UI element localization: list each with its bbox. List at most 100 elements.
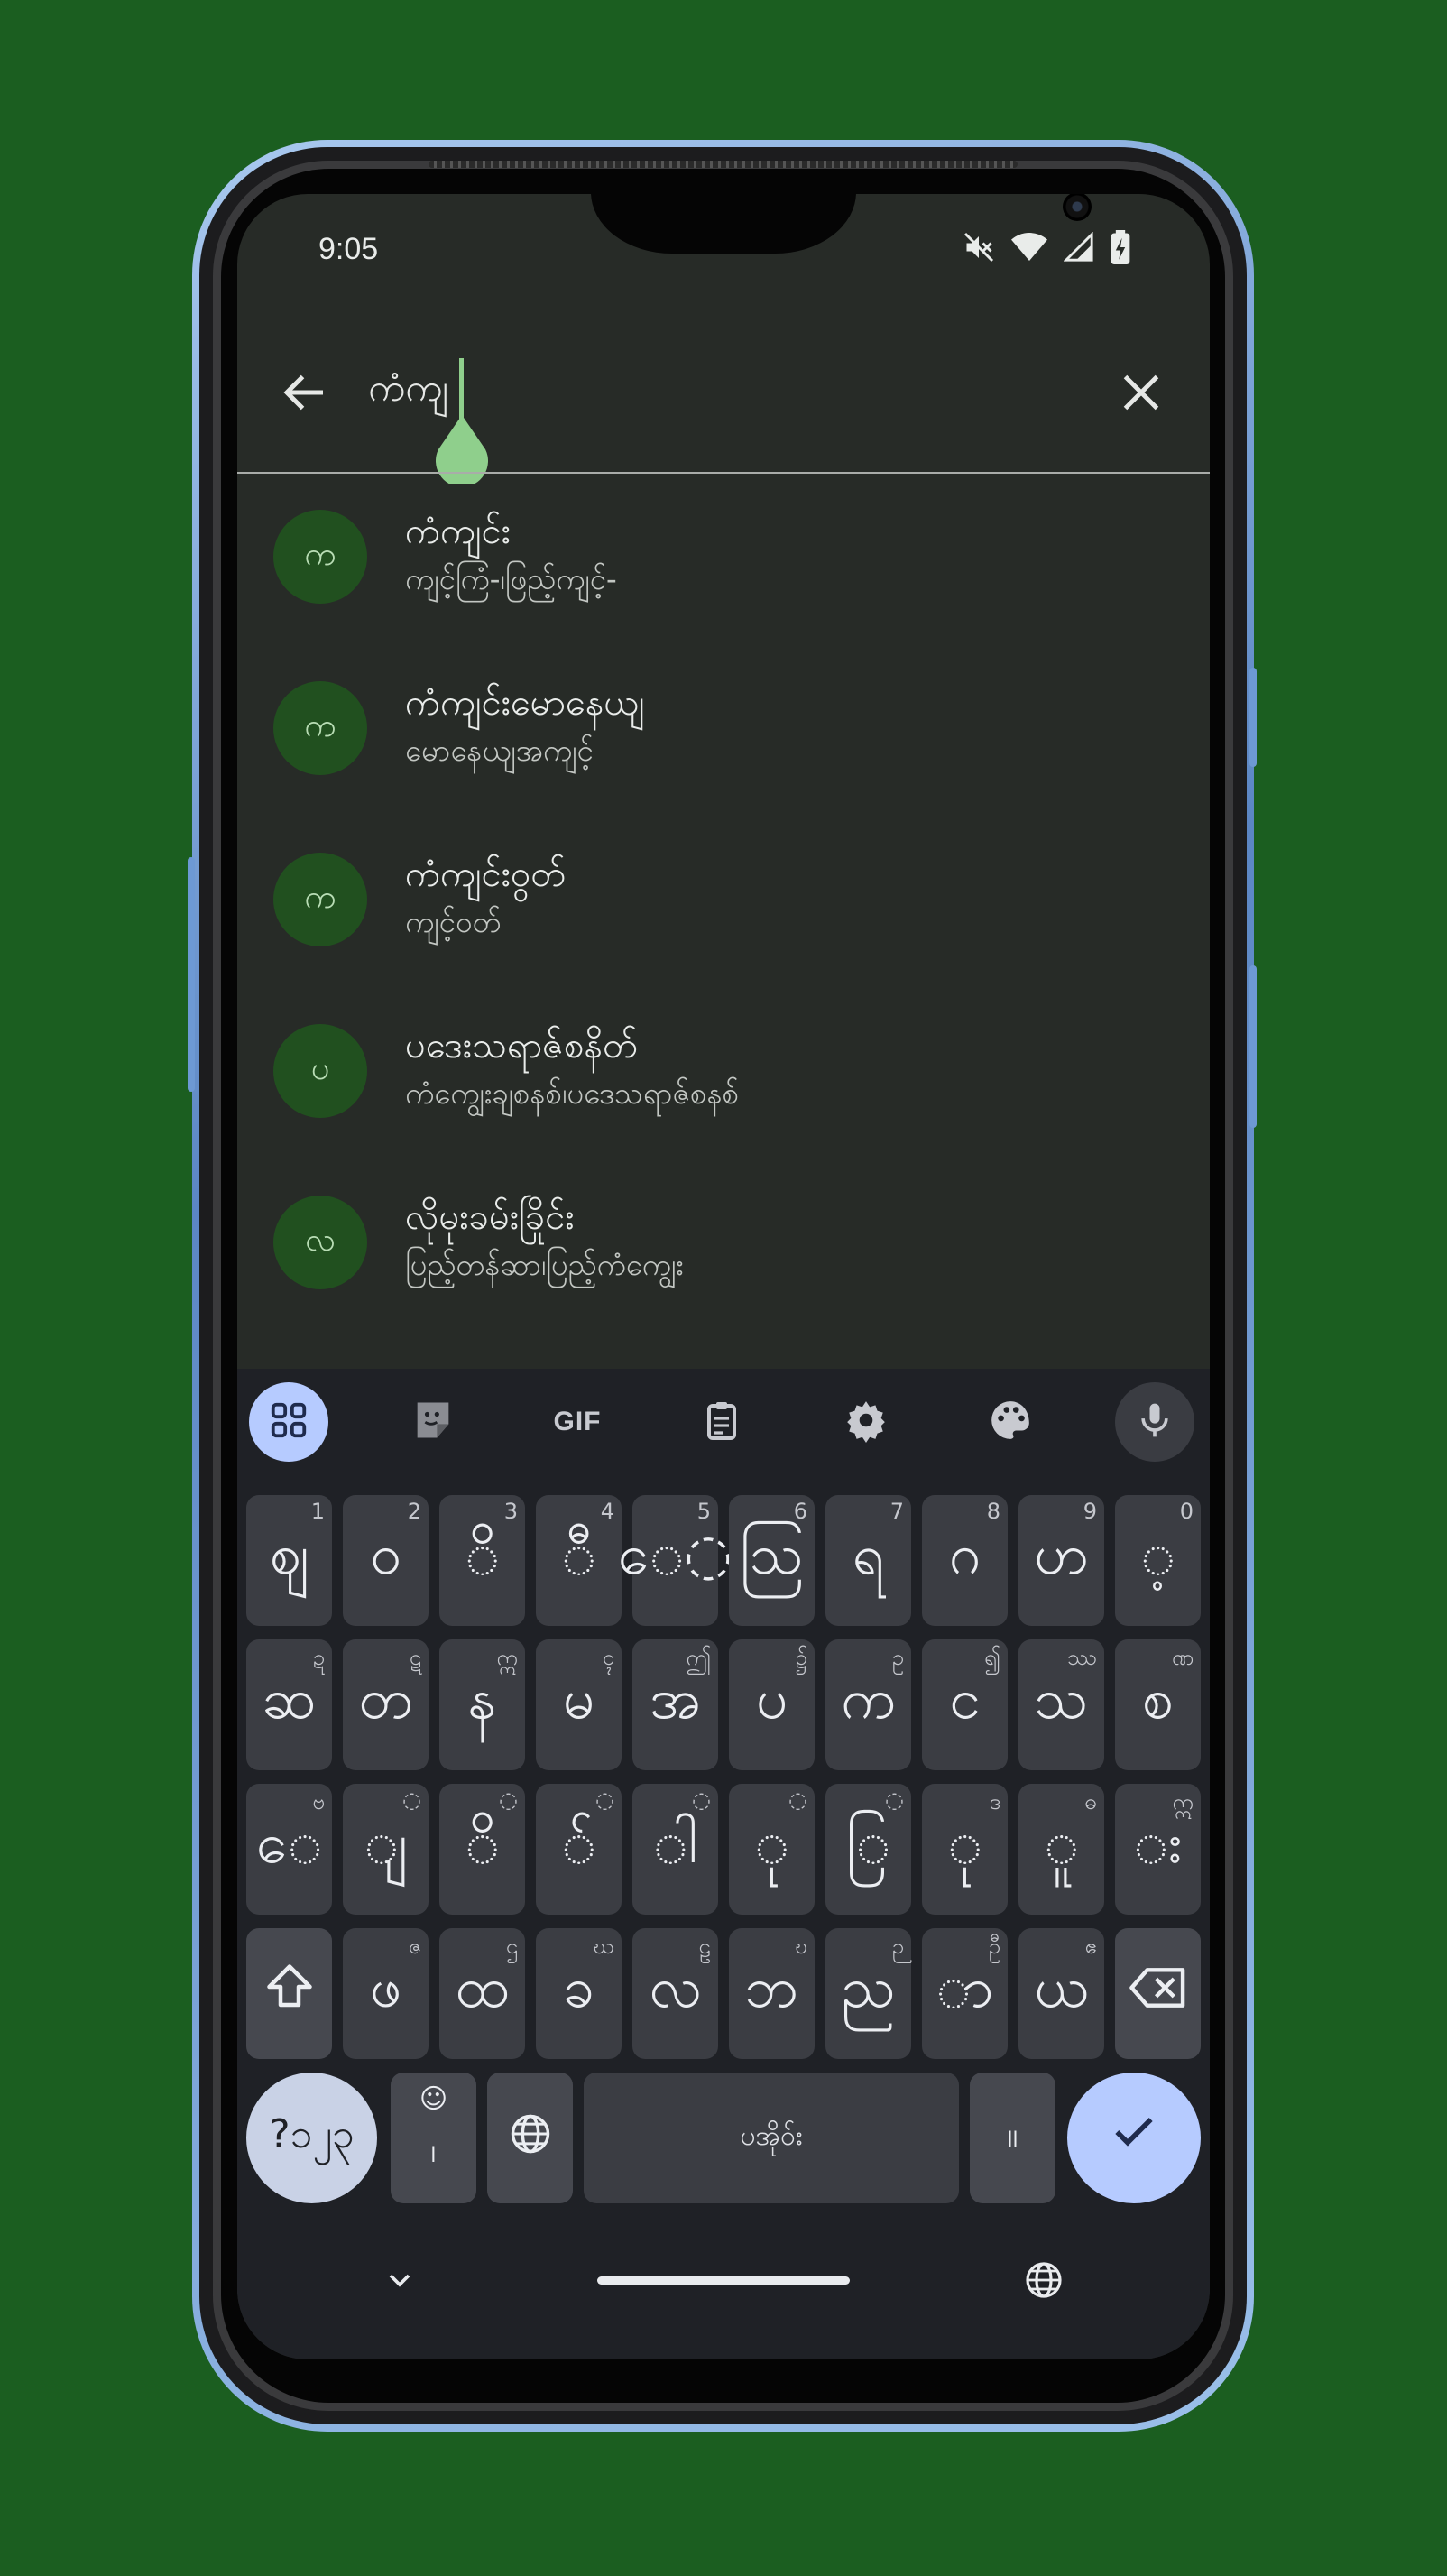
key-label: ် — [561, 1810, 596, 1876]
key[interactable]: းဣ — [1115, 1784, 1201, 1915]
key-hint: ဉ — [891, 1934, 904, 1959]
suggestion-subtitle: ကျင့်ဝတ် — [405, 904, 502, 939]
key-label: မ — [562, 1666, 595, 1731]
apps-grid-button[interactable] — [249, 1382, 328, 1462]
key[interactable]: အဤ — [632, 1639, 718, 1770]
key-label: ဆ — [262, 1666, 317, 1731]
key[interactable]: ျ ◌ — [343, 1784, 429, 1915]
key[interactable]: လဠ — [632, 1928, 718, 2059]
mute-icon — [963, 231, 995, 267]
suggestion-subtitle: ကျင့်ကြံ-၊ဖြည့်ကျင့်- — [405, 561, 617, 596]
shift-key[interactable] — [246, 1928, 332, 2059]
space-label: ပအိုဝ်း — [740, 2120, 803, 2152]
cursor-handle[interactable] — [434, 415, 490, 487]
suggestion-item[interactable]: က ကံကျင်း ကျင့်ကြံ-၊ဖြည့်ကျင့်- — [237, 475, 1210, 647]
key[interactable]: ရ7 — [825, 1495, 911, 1626]
suggestion-item[interactable]: က ကံကျင်းမောနေယျ မောနေယျအကျင့် — [237, 647, 1210, 818]
clear-icon[interactable] — [1114, 365, 1168, 420]
status-icons — [963, 230, 1130, 268]
suggestion-avatar: က — [273, 853, 367, 946]
chevron-down-icon — [382, 2274, 418, 2302]
suggestion-item[interactable]: လ လိုမုးခမ်းခြိုင်း ပြည့်တန်ဆာ၊ပြည့်ကံကျ… — [237, 1161, 1210, 1333]
key[interactable]: ◌ိ 3 — [439, 1495, 525, 1626]
back-arrow-icon[interactable] — [278, 365, 332, 420]
key[interactable]: ဈ1 — [246, 1495, 332, 1626]
emoji-comma-key[interactable]: ☺ ၊ — [391, 2073, 476, 2203]
home-gesture-pill[interactable] — [597, 2276, 850, 2285]
switch-keyboard-button[interactable] — [1022, 2258, 1065, 2302]
key[interactable]: ုဒ — [922, 1784, 1008, 1915]
key[interactable]: င၍ — [922, 1639, 1008, 1770]
voice-input-button[interactable] — [1115, 1382, 1194, 1462]
key[interactable]: ◌ီ 4 — [536, 1495, 622, 1626]
key[interactable]: ယဧ — [1018, 1928, 1104, 2059]
key-label: ဂ — [948, 1521, 982, 1587]
key[interactable]: ဩ6 — [729, 1495, 815, 1626]
suggestion-item[interactable]: က ကံကျင်းဝွတ် ကျင့်ဝတ် — [237, 818, 1210, 990]
key[interactable]: ဟ9 — [1018, 1495, 1104, 1626]
key[interactable]: ဖဇ — [343, 1928, 429, 2059]
key-hint: ဓ — [1084, 1789, 1098, 1814]
key[interactable]: ပ၌ — [729, 1639, 815, 1770]
key[interactable]: ဘဎ — [729, 1928, 815, 2059]
key-hint: ဃ — [593, 1934, 614, 1959]
key[interactable]: ြ ◌ — [825, 1784, 911, 1915]
key[interactable]: ူဓ — [1018, 1784, 1104, 1915]
suggestion-item[interactable]: ပ ပဒေးသရာဇ်စနိတ် ကံကျွေးချစနစ်၊ပဒေသရာဇ်စ… — [237, 990, 1210, 1161]
key-hint: ဍ — [312, 1645, 325, 1670]
keyboard: GIF ဈ1 ဝ 2 ◌ိ 3 ◌ီ 4 ေ◌ 5 ဩ 6 ရ 7 ဂ 8 ဟ … — [237, 1369, 1210, 2359]
key-label: ◌ီ — [561, 1521, 596, 1587]
search-input[interactable]: ကံကျ — [368, 364, 448, 420]
suggestion-subtitle: ကံကျွေးချစနစ်၊ပဒေသရာဇ်စနစ် — [405, 1076, 740, 1111]
key-hint: 6 — [793, 1499, 807, 1524]
key[interactable]: မၚ — [536, 1639, 622, 1770]
key[interactable]: ေဗ — [246, 1784, 332, 1915]
backspace-key[interactable] — [1115, 1928, 1201, 2059]
enter-key[interactable] — [1067, 2073, 1201, 2203]
gif-button[interactable]: GIF — [538, 1382, 617, 1462]
key[interactable]: ါ ◌ — [632, 1784, 718, 1915]
key[interactable]: ကဥ — [825, 1639, 911, 1770]
symbols-label: ?၁၂၃ — [269, 2110, 355, 2157]
key[interactable]: တဋ — [343, 1639, 429, 1770]
gear-icon — [843, 1398, 889, 1446]
key[interactable]: နဣ — [439, 1639, 525, 1770]
key[interactable]: သဿ — [1018, 1639, 1104, 1770]
key[interactable]: ေ◌ 5 — [618, 1495, 733, 1626]
comma-label: ၊ — [430, 2129, 437, 2171]
globe-icon — [507, 2105, 554, 2171]
key-hint: 5 — [696, 1499, 711, 1524]
key-label: ဟ — [1034, 1521, 1089, 1587]
key[interactable]: ် ◌ — [536, 1784, 622, 1915]
key-label: ျ — [364, 1810, 408, 1876]
clipboard-button[interactable] — [682, 1382, 761, 1462]
key[interactable]: ◌့ 0 — [1115, 1495, 1201, 1626]
period-key[interactable]: ။ — [970, 2073, 1055, 2203]
front-camera — [1063, 194, 1092, 221]
key[interactable]: ာဦ — [922, 1928, 1008, 2059]
clipboard-icon — [700, 1399, 743, 1445]
theme-button[interactable] — [971, 1382, 1050, 1462]
key-hint: ဒ — [989, 1789, 1000, 1814]
symbols-key[interactable]: ?၁၂၃ — [246, 2073, 377, 2203]
key-hint: 4 — [600, 1499, 614, 1524]
sticker-icon — [410, 1397, 456, 1447]
settings-button[interactable] — [826, 1382, 906, 1462]
sticker-button[interactable] — [393, 1382, 473, 1462]
key[interactable]: စဏ — [1115, 1639, 1201, 1770]
hide-keyboard-button[interactable] — [382, 2262, 418, 2298]
suggestion-title: ကံကျင်းဝွတ် — [405, 854, 567, 895]
key[interactable]: ဆဍ — [246, 1639, 332, 1770]
key[interactable]: ထဌ — [439, 1928, 525, 2059]
space-key[interactable]: ပအိုဝ်း — [584, 2073, 959, 2203]
key[interactable]: ညဉ — [825, 1928, 911, 2059]
key[interactable]: ိ ◌ — [439, 1784, 525, 1915]
key-label: အ — [650, 1666, 701, 1731]
suggestion-avatar: က — [273, 510, 367, 604]
language-key[interactable] — [487, 2073, 573, 2203]
key[interactable]: ခဃ — [536, 1928, 622, 2059]
key[interactable]: ဂ8 — [922, 1495, 1008, 1626]
key-label: စ — [1142, 1666, 1174, 1731]
key[interactable]: ဝ2 — [343, 1495, 429, 1626]
key[interactable]: ု ◌ — [729, 1784, 815, 1915]
